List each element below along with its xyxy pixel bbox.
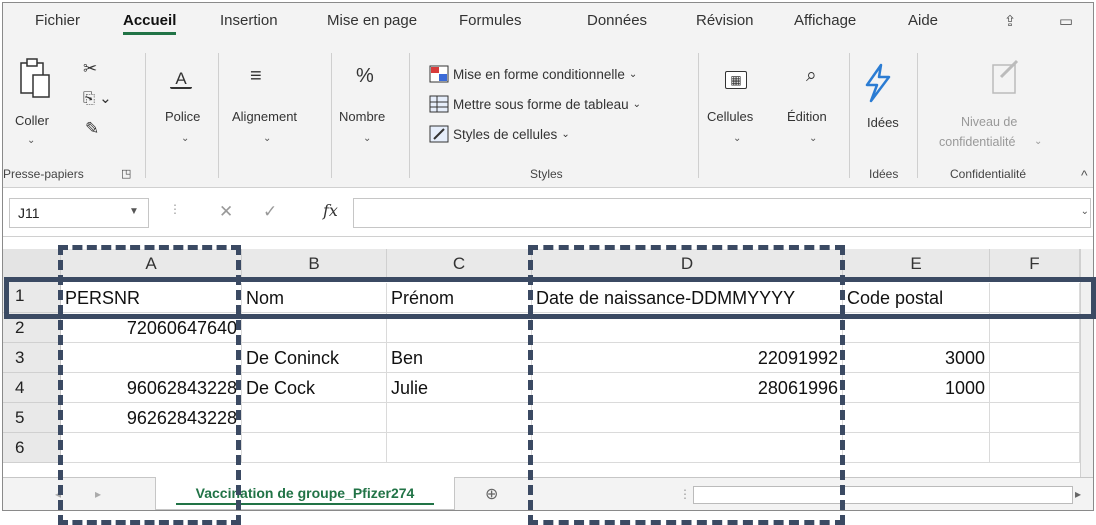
enter-icon[interactable]: ✓ [263, 202, 277, 222]
scroll-right-icon[interactable]: ▸ [1075, 487, 1081, 501]
conditional-formatting-icon [429, 65, 449, 83]
tab-aide[interactable]: Aide [908, 12, 938, 29]
row-header[interactable]: 6 [3, 433, 61, 463]
lightning-icon[interactable] [861, 63, 895, 103]
name-box[interactable]: J11 [9, 198, 149, 228]
cell-f4[interactable] [990, 373, 1080, 403]
row-header[interactable]: 4 [3, 373, 61, 403]
copy-icon[interactable]: ⎘ ⌄ [83, 89, 112, 107]
cell-f6[interactable] [990, 433, 1080, 463]
chevron-down-icon[interactable]: ▼ [129, 206, 139, 217]
conditional-formatting-label: Mise en forme conditionnelle [453, 66, 625, 82]
insert-function-icon[interactable]: fx [323, 201, 338, 220]
format-as-table-label: Mettre sous forme de tableau [453, 96, 629, 112]
cell-b5[interactable] [242, 403, 387, 433]
select-all-corner[interactable] [3, 249, 61, 279]
tab-revision[interactable]: Révision [696, 12, 754, 29]
cell-styles-icon [429, 125, 449, 143]
chevron-down-icon: ⌄ [1034, 136, 1043, 147]
chevron-down-icon[interactable]: ⌄ [809, 133, 817, 144]
comment-icon[interactable]: ▭ [1053, 11, 1079, 33]
paste-icon[interactable] [17, 57, 53, 101]
styles-group-label: Styles [530, 167, 563, 181]
cell-e4[interactable]: 1000 [843, 373, 990, 403]
cell-b4[interactable]: De Cock [242, 373, 387, 403]
percent-icon[interactable]: % [356, 65, 374, 88]
ribbon-tab-strip: Fichier Accueil Insertion Mise en page F… [3, 3, 1093, 43]
alignment-button[interactable]: Alignement [232, 109, 297, 124]
row-header[interactable]: 3 [3, 343, 61, 373]
tab-mise-en-page[interactable]: Mise en page [327, 12, 417, 29]
group-divider [849, 53, 850, 178]
conditional-formatting-button[interactable]: Mise en forme conditionnelle ⌄ [429, 65, 637, 83]
tab-accueil[interactable]: Accueil [123, 12, 177, 35]
cell-f3[interactable] [990, 343, 1080, 373]
add-sheet-icon[interactable]: ⊕ [485, 484, 498, 504]
search-icon[interactable]: ⌕ [806, 65, 817, 87]
chevron-down-icon[interactable]: ⌄ [733, 133, 741, 144]
cell-styles-label: Styles de cellules [453, 126, 558, 142]
ribbon: Coller ⌄ ✂ ⎘ ⌄ ✎ Presse-papiers ◳ A Poli… [3, 43, 1093, 188]
group-divider [331, 53, 332, 178]
row-header[interactable]: 5 [3, 403, 61, 433]
tab-formules[interactable]: Formules [459, 12, 522, 29]
tab-affichage[interactable]: Affichage [794, 12, 856, 29]
column-header-c[interactable]: C [387, 249, 532, 279]
formula-input[interactable] [353, 198, 1091, 228]
tab-insertion[interactable]: Insertion [220, 12, 278, 29]
cell-styles-button[interactable]: Styles de cellules ⌄ [429, 125, 570, 143]
number-button[interactable]: Nombre [339, 109, 385, 124]
ideas-group-label: Idées [869, 167, 899, 181]
dialog-launcher-icon[interactable]: ◳ [121, 167, 131, 180]
font-icon[interactable]: A [170, 70, 192, 89]
cut-icon[interactable]: ✂ [83, 59, 97, 79]
cells-icon[interactable]: ▦ [725, 71, 747, 89]
collapse-ribbon-icon[interactable]: ^ [1081, 167, 1088, 183]
clipboard-group-label: Presse-papiers [3, 167, 84, 181]
cell-c3[interactable]: Ben [387, 343, 532, 373]
annotation-header-row [4, 277, 1096, 319]
column-header-f[interactable]: F [990, 249, 1080, 279]
share-icon[interactable]: ⇪ [997, 11, 1023, 33]
chevron-down-icon[interactable]: ⌄ [263, 133, 271, 144]
editing-button[interactable]: Édition [787, 109, 827, 124]
ideas-button[interactable]: Idées [867, 115, 899, 130]
cell-b3[interactable]: De Coninck [242, 343, 387, 373]
group-divider [218, 53, 219, 178]
group-divider [145, 53, 146, 178]
chevron-down-icon[interactable]: ⌄ [27, 135, 35, 146]
cells-button[interactable]: Cellules [707, 109, 753, 124]
more-icon: ⋮ [169, 202, 181, 216]
paste-button[interactable]: Coller [15, 113, 49, 128]
cell-c4[interactable]: Julie [387, 373, 532, 403]
sensitivity-icon [992, 59, 1019, 94]
sensitivity-group-label: Confidentialité [950, 167, 1027, 181]
chevron-down-icon[interactable]: ⌄ [363, 133, 371, 144]
column-header-e[interactable]: E [843, 249, 990, 279]
format-as-table-button[interactable]: Mettre sous forme de tableau ⌄ [429, 95, 641, 113]
column-header-b[interactable]: B [242, 249, 387, 279]
cancel-icon[interactable]: ✕ [219, 202, 233, 222]
table-icon [429, 95, 449, 113]
sensitivity-line2: confidentialité [939, 135, 1016, 149]
align-icon[interactable]: ≡ [250, 65, 262, 88]
cell-e6[interactable] [843, 433, 990, 463]
format-painter-icon[interactable]: ✎ [85, 119, 99, 139]
tab-donnees[interactable]: Données [587, 12, 647, 29]
group-divider [917, 53, 918, 178]
cell-c6[interactable] [387, 433, 532, 463]
cell-e3[interactable]: 3000 [843, 343, 990, 373]
tab-fichier[interactable]: Fichier [35, 12, 80, 29]
group-divider [409, 53, 410, 178]
chevron-down-icon[interactable]: ⌄ [181, 133, 189, 144]
cell-b6[interactable] [242, 433, 387, 463]
group-divider [698, 53, 699, 178]
cell-c5[interactable] [387, 403, 532, 433]
sensitivity-line1: Niveau de [961, 115, 1018, 129]
cell-f5[interactable] [990, 403, 1080, 433]
chevron-down-icon[interactable]: ⌄ [1081, 206, 1089, 217]
font-button[interactable]: Police [165, 109, 200, 124]
formula-bar: J11 ▼ ⋮ ✕ ✓ fx ⌄ [3, 189, 1093, 237]
cell-e5[interactable] [843, 403, 990, 433]
